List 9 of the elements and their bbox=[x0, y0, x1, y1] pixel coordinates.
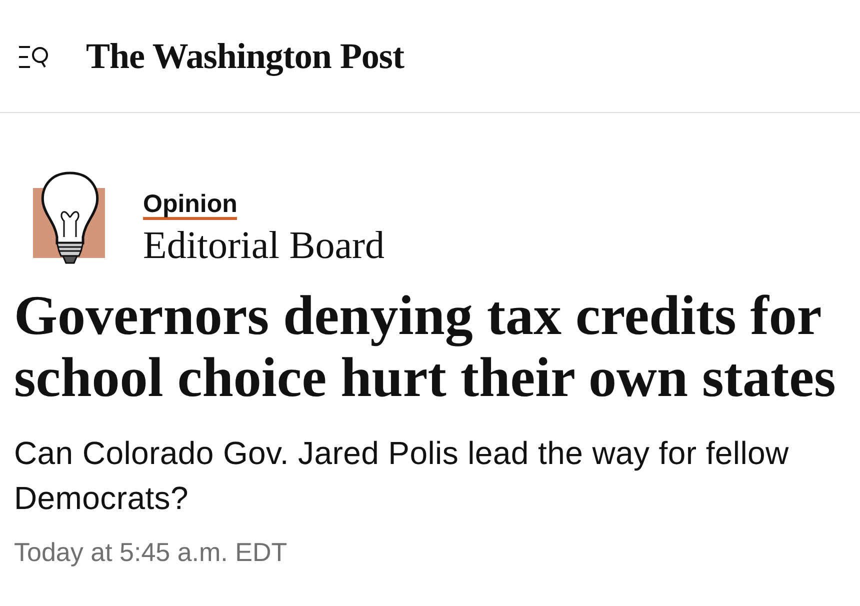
section-link[interactable]: Opinion bbox=[143, 191, 238, 220]
headline: Governors denying tax credits for school choice hurt their own states bbox=[14, 285, 837, 409]
timestamp: Today at 5:45 a.m. EDT bbox=[14, 537, 288, 567]
author-link[interactable]: Editorial Board bbox=[143, 225, 385, 267]
menu-search-button[interactable] bbox=[18, 44, 49, 70]
lightbulb-icon bbox=[33, 171, 107, 267]
subheadline: Can Colorado Gov. Jared Polis lead the way for fellow Democrats? bbox=[14, 434, 790, 518]
menu-search-icon bbox=[18, 45, 49, 69]
site-logo[interactable]: The Washington Post bbox=[86, 38, 404, 74]
